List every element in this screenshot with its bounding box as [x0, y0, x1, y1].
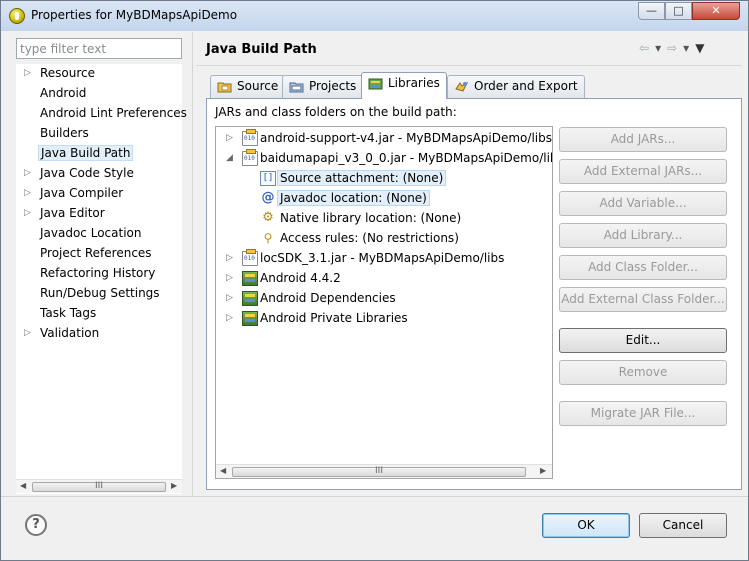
add-jars-button[interactable]: Add JARs... [559, 127, 727, 152]
scrollbar-thumb[interactable]: III [232, 466, 526, 477]
expand-arrow-icon[interactable]: ▷ [226, 253, 233, 263]
view-menu-icon[interactable]: ▼ [695, 41, 704, 55]
expand-arrow-icon[interactable]: ▷ [24, 188, 31, 198]
page-title: Java Build Path [206, 42, 317, 57]
build-path-tree[interactable]: ▷ android-support-v4.jar - MyBDMapsApiDe… [215, 126, 553, 479]
jar-icon [242, 129, 258, 146]
property-pages-tree: ▷ Resource Android Android Lint Preferenc… [16, 64, 187, 494]
add-variable-button[interactable]: Add Variable... [559, 191, 727, 216]
tree-row-android-support-v4-jar[interactable]: ▷ android-support-v4.jar - MyBDMapsApiDe… [216, 129, 552, 149]
nav-item-project-references[interactable]: Project References [16, 244, 182, 264]
scroll-left-icon[interactable]: ◀ [220, 466, 226, 475]
expand-arrow-icon[interactable]: ▷ [226, 273, 233, 283]
eclipse-app-icon [9, 8, 25, 24]
access-rules-icon: ⚲ [263, 231, 273, 245]
maximize-button[interactable]: □ [665, 2, 692, 20]
nav-item-refactoring-history[interactable]: Refactoring History [16, 264, 182, 284]
tree-row-source-attachment[interactable]: [] Source attachment: (None) [216, 169, 552, 189]
scroll-right-icon[interactable]: ▶ [540, 466, 546, 475]
expand-arrow-icon[interactable]: ▷ [24, 208, 31, 218]
migrate-jar-file-button[interactable]: Migrate JAR File... [559, 401, 727, 426]
projects-icon [289, 82, 304, 93]
nav-item-run-debug-settings[interactable]: Run/Debug Settings [16, 284, 182, 304]
nav-item-java-build-path[interactable]: Java Build Path [16, 144, 182, 164]
expand-arrow-icon[interactable]: ▷ [226, 313, 233, 323]
jar-icon [242, 149, 258, 166]
forward-arrow-icon[interactable]: ⇨ [667, 41, 677, 55]
tree-row-native-library-location[interactable]: ⚙ Native library location: (None) [216, 209, 552, 229]
back-menu-chevron-icon[interactable]: ▾ [655, 41, 661, 55]
libraries-icon [368, 78, 383, 90]
add-library-button[interactable]: Add Library... [559, 223, 727, 248]
expand-arrow-icon[interactable]: ▷ [24, 68, 31, 78]
add-external-class-folder-button[interactable]: Add External Class Folder... [559, 287, 727, 312]
scroll-left-icon[interactable]: ◀ [20, 481, 26, 490]
expand-arrow-icon[interactable]: ▷ [24, 168, 31, 178]
tab-source[interactable]: Source [210, 75, 286, 98]
nav-item-builders[interactable]: Builders [16, 124, 182, 144]
edit-button[interactable]: Edit... [559, 328, 727, 353]
remove-button[interactable]: Remove [559, 360, 727, 385]
library-icon [242, 271, 258, 286]
source-attachment-icon: [] [260, 171, 276, 186]
nav-item-android[interactable]: Android [16, 84, 182, 104]
expand-arrow-icon[interactable]: ▷ [24, 328, 31, 338]
tree-horizontal-scrollbar[interactable]: ◀ III ▶ [216, 464, 552, 478]
tree-row-android-private-libraries[interactable]: ▷ Android Private Libraries [216, 309, 552, 329]
native-library-icon: ⚙ [262, 210, 274, 225]
help-icon[interactable]: ? [25, 514, 47, 536]
library-icon [242, 291, 258, 306]
title-bar[interactable]: Properties for MyBDMapsApiDemo — □ ✕ [1, 1, 748, 31]
tree-row-baidumapapi-jar[interactable]: ◢ baidumapapi_v3_0_0.jar - MyBDMapsApiDe… [216, 149, 552, 169]
back-arrow-icon[interactable]: ⇦ [639, 41, 649, 55]
nav-item-resource[interactable]: ▷ Resource [16, 64, 182, 84]
header-separator [196, 65, 742, 66]
nav-item-java-code-style[interactable]: ▷ Java Code Style [16, 164, 182, 184]
panel-divider[interactable] [192, 32, 193, 496]
javadoc-icon: @ [261, 190, 275, 205]
order-export-icon [455, 81, 469, 92]
tree-row-javadoc-location[interactable]: @ Javadoc location: (None) [216, 189, 552, 209]
filter-input[interactable] [16, 38, 182, 59]
ok-button[interactable]: OK [542, 513, 630, 538]
minimize-button[interactable]: — [638, 2, 665, 20]
expand-arrow-icon[interactable]: ▷ [226, 133, 233, 143]
footer-separator [1, 496, 748, 497]
library-icon [242, 311, 258, 326]
nav-item-java-editor[interactable]: ▷ Java Editor [16, 204, 182, 224]
jar-icon [242, 249, 258, 266]
add-class-folder-button[interactable]: Add Class Folder... [559, 255, 727, 280]
cancel-button[interactable]: Cancel [639, 513, 727, 538]
close-button[interactable]: ✕ [692, 2, 740, 20]
tree-row-android-4-4-2[interactable]: ▷ Android 4.4.2 [216, 269, 552, 289]
nav-item-javadoc-location[interactable]: Javadoc Location [16, 224, 182, 244]
tab-libraries[interactable]: Libraries [361, 72, 447, 99]
tree-row-access-rules[interactable]: ⚲ Access rules: (No restrictions) [216, 229, 552, 249]
tree-row-android-dependencies[interactable]: ▷ Android Dependencies [216, 289, 552, 309]
nav-item-validation[interactable]: ▷ Validation [16, 324, 182, 344]
tree-row-locsdk-jar[interactable]: ▷ locSDK_3.1.jar - MyBDMapsApiDemo/libs [216, 249, 552, 269]
nav-item-task-tags[interactable]: Task Tags [16, 304, 182, 324]
tab-order-and-export[interactable]: Order and Export [447, 75, 585, 98]
libraries-heading: JARs and class folders on the build path… [215, 105, 457, 119]
page-navigation-tools: ⇦ ▾ ⇨ ▾ ▼ [639, 41, 710, 55]
collapse-arrow-icon[interactable]: ◢ [226, 153, 233, 163]
add-external-jars-button[interactable]: Add External JARs... [559, 159, 727, 184]
nav-item-android-lint-preferences[interactable]: Android Lint Preferences [16, 104, 187, 124]
properties-dialog: Properties for MyBDMapsApiDemo — □ ✕ ▷Re… [0, 0, 749, 561]
nav-item-java-compiler[interactable]: ▷ Java Compiler [16, 184, 182, 204]
window-title: Properties for MyBDMapsApiDemo [31, 8, 238, 22]
nav-horizontal-scrollbar[interactable]: ◀ III ▶ [16, 479, 182, 493]
source-folder-icon [217, 82, 232, 93]
tab-projects[interactable]: Projects [282, 75, 364, 98]
scroll-right-icon[interactable]: ▶ [171, 481, 177, 490]
forward-menu-chevron-icon[interactable]: ▾ [683, 41, 689, 55]
scrollbar-thumb[interactable]: III [32, 481, 166, 492]
expand-arrow-icon[interactable]: ▷ [226, 293, 233, 303]
